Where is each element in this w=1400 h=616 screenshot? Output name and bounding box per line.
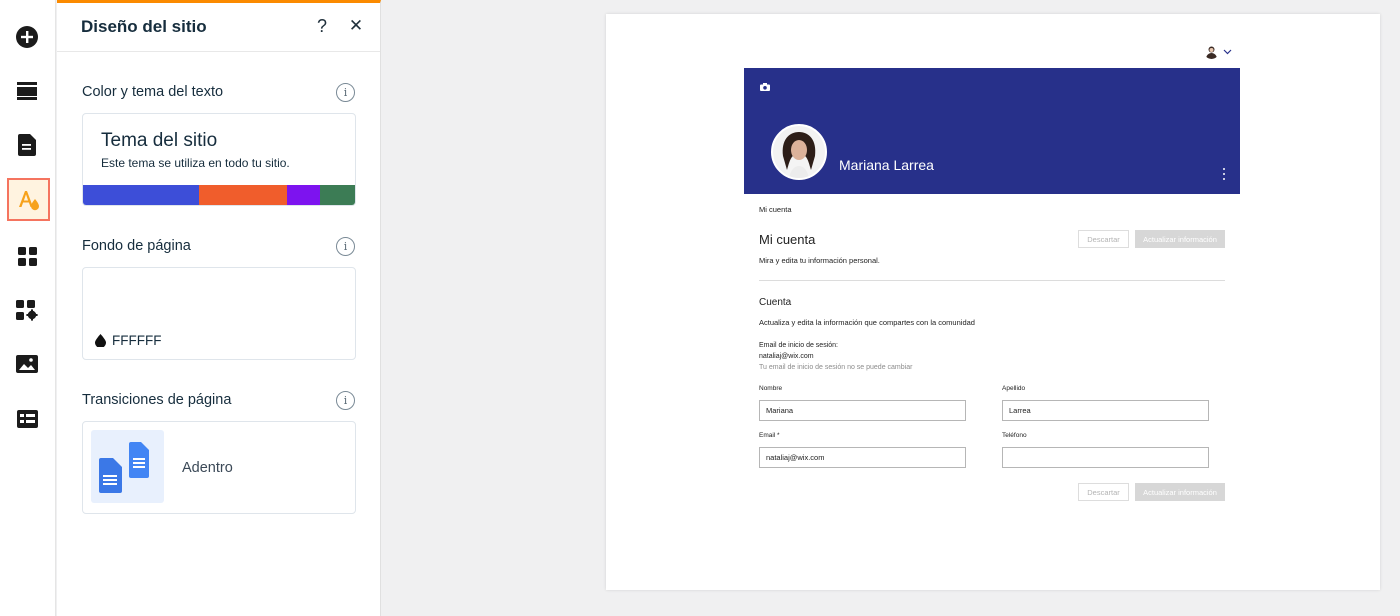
login-email-value: nataliaj@wix.com [759,353,814,360]
site-design-panel: Diseño del sitio ? ✕ Color y tema del te… [57,0,381,616]
theme-color-swatch [320,185,355,205]
camera-icon[interactable] [760,83,770,91]
text-theme-title: Color y tema del texto [82,84,224,100]
apps-grid-icon [17,246,37,266]
login-email-hint: Tu email de inicio de sesión no se puede… [759,364,913,371]
cms-button[interactable] [8,400,46,438]
page-heading: Mi cuenta [759,232,816,247]
last-name-label: Apellido [1002,385,1026,392]
divider [759,280,1225,281]
table-icon [16,410,38,428]
update-info-button-top[interactable]: Actualizar información [1135,230,1225,248]
avatar-portrait-icon [1206,46,1217,59]
transition-thumbnail [91,430,164,503]
user-avatar-small [1204,44,1219,59]
background-color-value: FFFFFF [112,333,162,348]
image-icon [16,355,38,373]
phone-field[interactable] [1002,447,1209,468]
color-drop-icon [95,334,106,347]
theme-color-swatch [83,185,200,205]
page-subheading: Mira y edita tu información personal. [759,256,880,265]
puzzle-gear-icon [16,299,38,321]
account-section-title: Cuenta [759,297,792,308]
page-icon [18,134,36,156]
discard-button-top[interactable]: Descartar [1078,230,1129,248]
login-email-label: Email de inicio de sesión: [759,342,838,349]
info-icon[interactable]: i [336,391,355,410]
info-icon[interactable]: i [336,83,355,102]
documents-icon [99,442,149,493]
close-button[interactable]: ✕ [345,15,367,37]
profile-photo [773,126,825,178]
update-info-button-bottom[interactable]: Actualizar información [1135,483,1225,501]
page-background-card[interactable]: FFFFFF [82,267,356,360]
media-button[interactable] [8,345,46,383]
panel-header: Diseño del sitio ? ✕ [57,3,380,52]
phone-label: Teléfono [1002,432,1027,439]
breadcrumb: Mi cuenta [759,205,792,214]
plus-circle-icon [16,26,38,48]
email-label: Email * [759,432,780,439]
theme-color-swatch [199,185,288,205]
business-button[interactable] [8,291,46,329]
profile-name: Mariana Larrea [839,157,934,173]
site-user-menu[interactable] [1204,44,1232,59]
theme-name: Tema del sitio [101,130,218,151]
menus-pages-icon [17,82,37,100]
theme-color-swatch [287,185,321,205]
theme-color-strip [83,185,355,205]
transition-name: Adentro [182,460,233,476]
profile-avatar[interactable] [771,124,827,180]
site-design-button[interactable] [7,178,50,221]
last-name-field[interactable] [1002,400,1209,421]
panel-title: Diseño del sitio [81,17,207,36]
chevron-down-icon [1223,49,1232,54]
left-toolbar [0,0,56,616]
pages-button[interactable] [8,126,46,164]
discard-button-bottom[interactable]: Descartar [1078,483,1129,501]
help-button[interactable]: ? [311,15,333,37]
add-elements-button[interactable] [8,18,46,56]
page-background-title: Fondo de página [82,238,191,254]
site-theme-card[interactable]: Tema del sitio Este tema se utiliza en t… [82,113,356,206]
info-icon[interactable]: i [336,237,355,256]
first-name-field[interactable] [759,400,966,421]
background-value: FFFFFF [95,333,161,348]
page-transitions-title: Transiciones de página [82,392,232,408]
apps-button[interactable] [8,237,46,275]
menus-pages-button[interactable] [8,72,46,110]
theme-design-icon [18,190,39,210]
email-field[interactable] [759,447,966,468]
account-section-description: Actualiza y edita la información que com… [759,318,975,327]
more-options-icon[interactable] [1220,168,1228,180]
theme-description: Este tema se utiliza en todo tu sitio. [101,156,290,170]
site-preview-canvas: Mariana Larrea Mi cuenta Mi cuenta Mira … [606,14,1380,590]
profile-cover: Mariana Larrea [744,68,1240,194]
page-transitions-card[interactable]: Adentro [82,421,356,514]
first-name-label: Nombre [759,385,783,392]
